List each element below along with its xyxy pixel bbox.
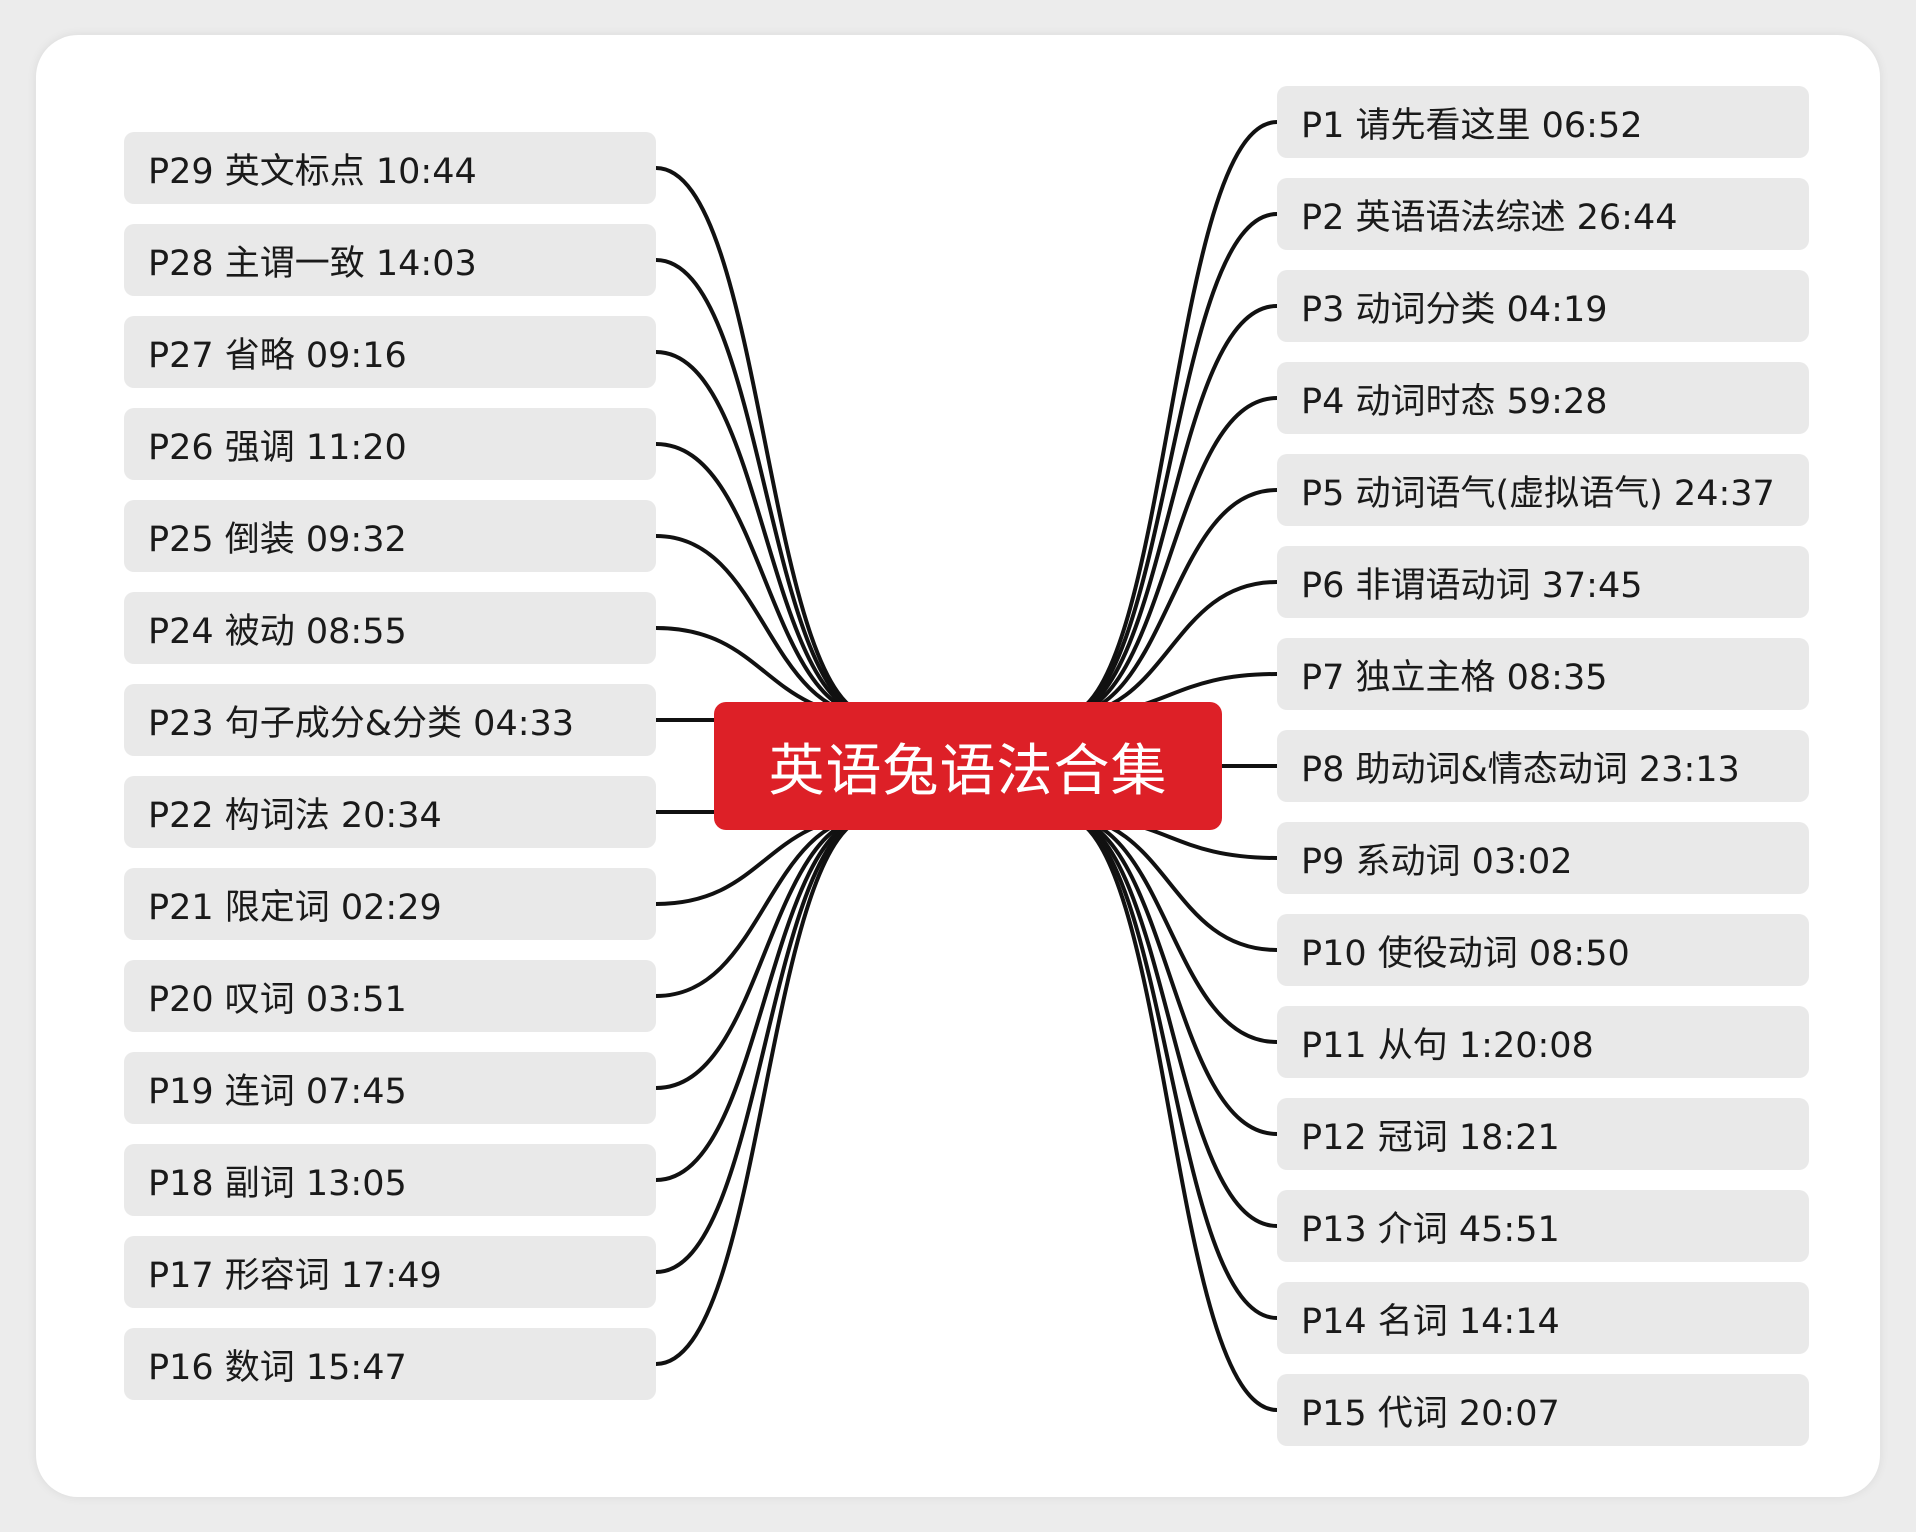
connector-right-5 — [1061, 488, 1278, 718]
topic-node-left-11[interactable]: P19 连词 07:45 — [124, 1052, 656, 1124]
connector-left-1 — [655, 166, 875, 718]
topic-node-right-5[interactable]: P5 动词语气(虚拟语气) 24:37 — [1277, 454, 1809, 526]
topic-node-left-8[interactable]: P22 构词法 20:34 — [124, 776, 656, 848]
connector-left-3 — [655, 350, 875, 718]
topic-node-left-4[interactable]: P26 强调 11:20 — [124, 408, 656, 480]
topic-node-right-12[interactable]: P12 冠词 18:21 — [1277, 1098, 1809, 1170]
topic-node-right-6[interactable]: P6 非谓语动词 37:45 — [1277, 546, 1809, 618]
topic-node-left-12[interactable]: P18 副词 13:05 — [124, 1144, 656, 1216]
connector-right-12 — [1061, 814, 1278, 1136]
topic-node-left-5[interactable]: P25 倒装 09:32 — [124, 500, 656, 572]
topic-node-right-1[interactable]: P1 请先看这里 06:52 — [1277, 86, 1809, 158]
topic-node-left-13[interactable]: P17 形容词 17:49 — [124, 1236, 656, 1308]
topic-node-right-13[interactable]: P13 介词 45:51 — [1277, 1190, 1809, 1262]
connector-right-3 — [1061, 304, 1278, 718]
topic-node-left-9[interactable]: P21 限定词 02:29 — [124, 868, 656, 940]
topic-node-left-3[interactable]: P27 省略 09:16 — [124, 316, 656, 388]
topic-node-right-11[interactable]: P11 从句 1:20:08 — [1277, 1006, 1809, 1078]
connector-right-13 — [1061, 814, 1278, 1228]
mind-map-canvas: P29 英文标点 10:44 P28 主谓一致 14:03 P27 省略 09:16… — [0, 0, 1916, 1532]
connector-left-10 — [655, 814, 875, 998]
connector-left-12 — [655, 814, 875, 1182]
topic-node-right-14[interactable]: P14 名词 14:14 — [1277, 1282, 1809, 1354]
connector-right-15 — [1061, 814, 1278, 1412]
connector-right-14 — [1061, 814, 1278, 1320]
topic-node-left-2[interactable]: P28 主谓一致 14:03 — [124, 224, 656, 296]
topic-node-right-2[interactable]: P2 英语语法综述 26:44 — [1277, 178, 1809, 250]
connector-right-1 — [1061, 120, 1278, 718]
connector-left-13 — [655, 814, 875, 1274]
topic-node-left-10[interactable]: P20 叹词 03:51 — [124, 960, 656, 1032]
topic-node-right-8[interactable]: P8 助动词&情态动词 23:13 — [1277, 730, 1809, 802]
connector-right-4 — [1061, 396, 1278, 718]
connector-left-5 — [655, 534, 875, 718]
topic-node-left-7[interactable]: P23 句子成分&分类 04:33 — [124, 684, 656, 756]
connector-left-2 — [655, 258, 875, 718]
topic-node-right-7[interactable]: P7 独立主格 08:35 — [1277, 638, 1809, 710]
connector-right-11 — [1061, 814, 1278, 1044]
topic-node-right-3[interactable]: P3 动词分类 04:19 — [1277, 270, 1809, 342]
connector-right-2 — [1061, 212, 1278, 718]
topic-node-left-1[interactable]: P29 英文标点 10:44 — [124, 132, 656, 204]
topic-node-left-6[interactable]: P24 被动 08:55 — [124, 592, 656, 664]
topic-node-right-15[interactable]: P15 代词 20:07 — [1277, 1374, 1809, 1446]
connector-left-14 — [655, 814, 875, 1366]
topic-node-right-4[interactable]: P4 动词时态 59:28 — [1277, 362, 1809, 434]
topic-node-left-14[interactable]: P16 数词 15:47 — [124, 1328, 656, 1400]
topic-node-right-9[interactable]: P9 系动词 03:02 — [1277, 822, 1809, 894]
topic-node-right-10[interactable]: P10 使役动词 08:50 — [1277, 914, 1809, 986]
central-topic[interactable]: 英语兔语法合集 — [714, 702, 1222, 830]
